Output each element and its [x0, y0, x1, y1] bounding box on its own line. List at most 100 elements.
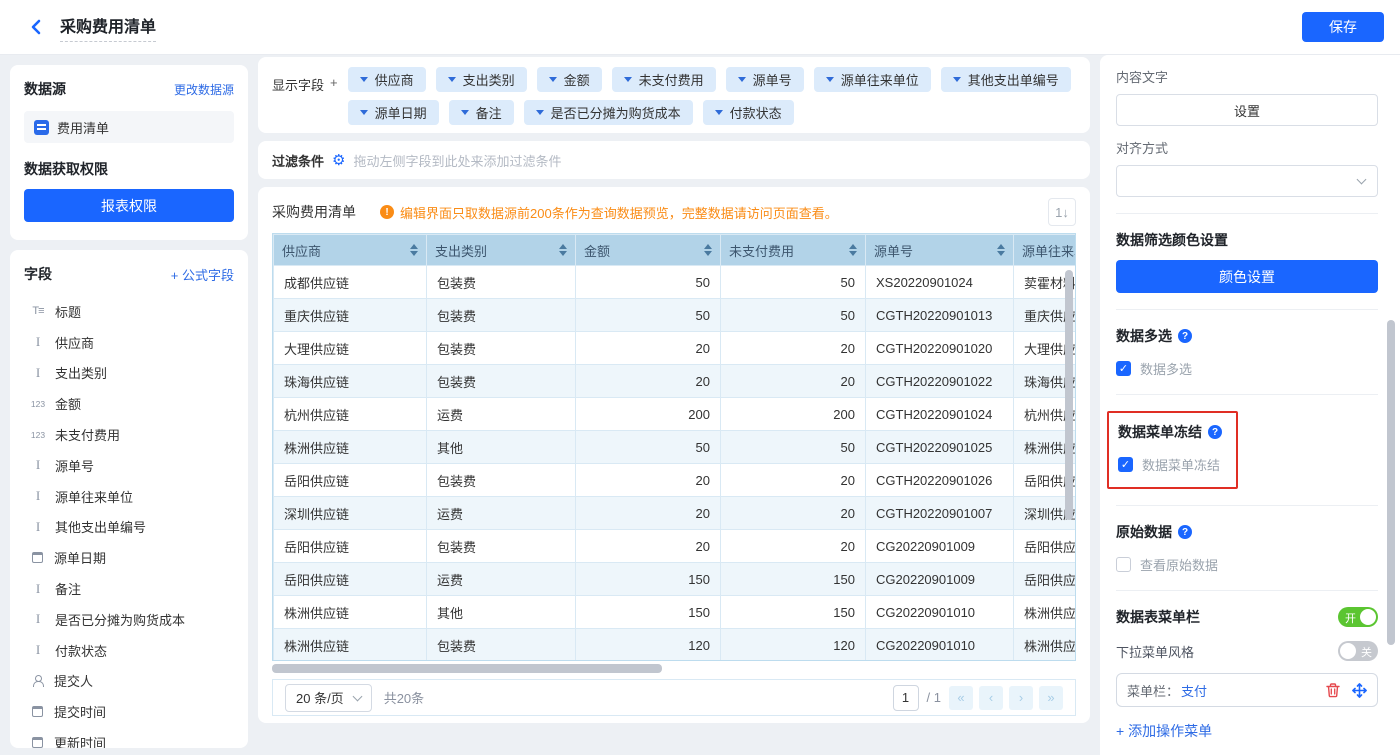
color-settings-button[interactable]: 颜色设置	[1116, 260, 1378, 293]
sort-icon[interactable]	[410, 244, 418, 256]
display-field-chip[interactable]: 源单日期	[347, 100, 439, 125]
selected-datasource[interactable]: 费用清单	[24, 111, 234, 143]
table-vertical-scrollbar[interactable]	[1065, 270, 1073, 520]
sort-up-arrow	[559, 244, 567, 249]
sort-icon[interactable]	[704, 244, 712, 256]
table-row[interactable]: 株洲供应链其他5050CGTH20220901025株洲供应链	[273, 430, 1075, 464]
multi-select-checkbox[interactable]: ✓	[1116, 361, 1131, 376]
column-header[interactable]: 源单往来单位	[1013, 234, 1075, 266]
column-header[interactable]: 未支付费用	[720, 234, 866, 266]
last-page-button[interactable]: »	[1039, 685, 1063, 710]
display-field-chip[interactable]: 备注	[448, 100, 514, 125]
align-select[interactable]	[1116, 165, 1378, 197]
add-display-field-button[interactable]: +	[330, 75, 338, 123]
table-row[interactable]: 岳阳供应链包装费2020CGTH20220901026岳阳供应链	[273, 463, 1075, 497]
content-text-settings-button[interactable]: 设置	[1116, 94, 1378, 126]
table-row[interactable]: 深圳供应链运费2020CGTH20220901007深圳供应链	[273, 496, 1075, 530]
chip-label: 付款状态	[729, 106, 782, 121]
display-field-chip[interactable]: 金额	[536, 67, 602, 92]
table-row[interactable]: 岳阳供应链运费150150CG20220901009岳阳供应链	[273, 562, 1075, 596]
help-icon[interactable]: ?	[1208, 425, 1222, 439]
field-item[interactable]: 123 未支付费用	[24, 419, 234, 450]
field-item[interactable]: I 源单往来单位	[24, 481, 234, 512]
field-item[interactable]: I 付款状态	[24, 635, 234, 666]
settings-panel-scrollbar[interactable]	[1387, 320, 1395, 645]
gear-icon[interactable]: ⚙	[332, 153, 345, 168]
sort-icon[interactable]	[559, 244, 567, 256]
field-item[interactable]: I 源单号	[24, 450, 234, 481]
menubar-item-value[interactable]: 支付	[1181, 681, 1207, 700]
sort-icon[interactable]	[997, 244, 1005, 256]
field-label: 源单往来单位	[55, 489, 134, 505]
column-header-label: 支出类别	[435, 243, 488, 259]
table-row[interactable]: 成都供应链 包装费 50 50 XS20220901024 荬霍材料	[273, 265, 1075, 299]
menu-freeze-checkbox[interactable]: ✓	[1118, 457, 1133, 472]
table-cell: 岳阳供应链	[273, 529, 427, 563]
field-item[interactable]: 更新时间	[24, 727, 234, 748]
table-cell: 岳阳供应链	[1013, 562, 1075, 596]
page-title[interactable]: 采购费用清单	[60, 13, 157, 42]
column-header[interactable]: 源单号	[865, 234, 1014, 266]
add-operation-menu-link[interactable]: + 添加操作菜单	[1116, 721, 1212, 741]
display-field-chip[interactable]: 未支付费用	[611, 67, 716, 92]
help-icon[interactable]: ?	[1178, 329, 1192, 343]
save-button[interactable]: 保存	[1302, 12, 1384, 42]
help-icon[interactable]: ?	[1178, 525, 1192, 539]
table-row[interactable]: 杭州供应链运费200200CGTH20220901024杭州供应链	[273, 397, 1075, 431]
field-item[interactable]: I 是否已分摊为购货成本	[24, 604, 234, 635]
datasource-name: 费用清单	[57, 120, 110, 136]
change-datasource-link[interactable]: 更改数据源	[174, 81, 234, 98]
chevron-down-icon	[460, 110, 469, 115]
column-header[interactable]: 支出类别	[426, 234, 576, 266]
display-field-chip[interactable]: 其他支出单编号	[940, 67, 1071, 92]
field-item[interactable]: I 备注	[24, 573, 234, 604]
field-item[interactable]: 提交人	[24, 666, 234, 697]
field-item[interactable]: 123 金额	[24, 388, 234, 419]
field-item[interactable]: T≡ 标题	[24, 296, 234, 327]
text-field-icon: I	[35, 364, 41, 380]
page-number-input[interactable]: 1	[892, 684, 919, 711]
field-item[interactable]: 提交时间	[24, 696, 234, 727]
field-item[interactable]: I 供应商	[24, 327, 234, 358]
table-row[interactable]: 珠海供应链包装费2020CGTH20220901022珠海供应链	[273, 364, 1075, 398]
raw-data-checkbox[interactable]	[1116, 557, 1131, 572]
date-field-icon	[32, 706, 43, 718]
settings-panel: 内容文字 设置 对齐方式 数据筛选颜色设置 颜色设置 数据多选 ? ✓ 数据多选…	[1100, 55, 1400, 755]
field-item[interactable]: 源单日期	[24, 542, 234, 573]
back-icon[interactable]	[26, 17, 46, 37]
dropdown-style-toggle[interactable]: 关	[1338, 641, 1378, 661]
table-row[interactable]: 岳阳供应链包装费2020CG20220901009岳阳供应链	[273, 529, 1075, 563]
table-cell: 株洲供应链	[273, 595, 427, 629]
display-field-chip[interactable]: 是否已分摊为购货成本	[523, 100, 693, 125]
table-menubar-toggle[interactable]: 开	[1338, 607, 1378, 627]
sort-tool-button[interactable]: 1↓	[1048, 198, 1076, 226]
page-size-select[interactable]: 20 条/页	[285, 683, 372, 712]
display-field-chip[interactable]: 源单往来单位	[813, 67, 931, 92]
display-field-chip[interactable]: 源单号	[725, 67, 804, 92]
field-label: 供应商	[55, 335, 95, 351]
chip-label: 源单日期	[374, 106, 427, 121]
display-field-chip[interactable]: 付款状态	[702, 100, 794, 125]
display-field-chip[interactable]: 支出类别	[435, 67, 527, 92]
sort-icon[interactable]	[849, 244, 857, 256]
table-row[interactable]: 株洲供应链其他150150CG20220901010株洲供应链	[273, 595, 1075, 629]
column-header-label: 金额	[584, 243, 611, 259]
table-row[interactable]: 株洲供应链包装费120120CG20220901010株洲供应链	[273, 628, 1075, 660]
add-formula-field-link[interactable]: + 公式字段	[171, 265, 234, 284]
menubar-item[interactable]: 菜单栏： 支付	[1116, 673, 1378, 707]
column-header[interactable]: 供应商	[273, 234, 427, 266]
report-permission-button[interactable]: 报表权限	[24, 189, 234, 222]
table-cell: 200	[575, 397, 721, 431]
field-item[interactable]: I 支出类别	[24, 358, 234, 389]
table-row[interactable]: 大理供应链包装费2020CGTH20220901020大理供应链	[273, 331, 1075, 365]
column-header[interactable]: 金额	[575, 234, 721, 266]
move-icon[interactable]	[1352, 682, 1367, 698]
display-field-chip[interactable]: 供应商	[347, 67, 426, 92]
field-item[interactable]: I 其他支出单编号	[24, 512, 234, 543]
next-page-button[interactable]: ›	[1009, 685, 1033, 710]
table-row[interactable]: 重庆供应链包装费5050CGTH20220901013重庆供应链	[273, 298, 1075, 332]
trash-icon[interactable]	[1326, 682, 1340, 698]
first-page-button[interactable]: «	[949, 685, 973, 710]
table-horizontal-scrollbar[interactable]	[272, 664, 662, 673]
prev-page-button[interactable]: ‹	[979, 685, 1003, 710]
